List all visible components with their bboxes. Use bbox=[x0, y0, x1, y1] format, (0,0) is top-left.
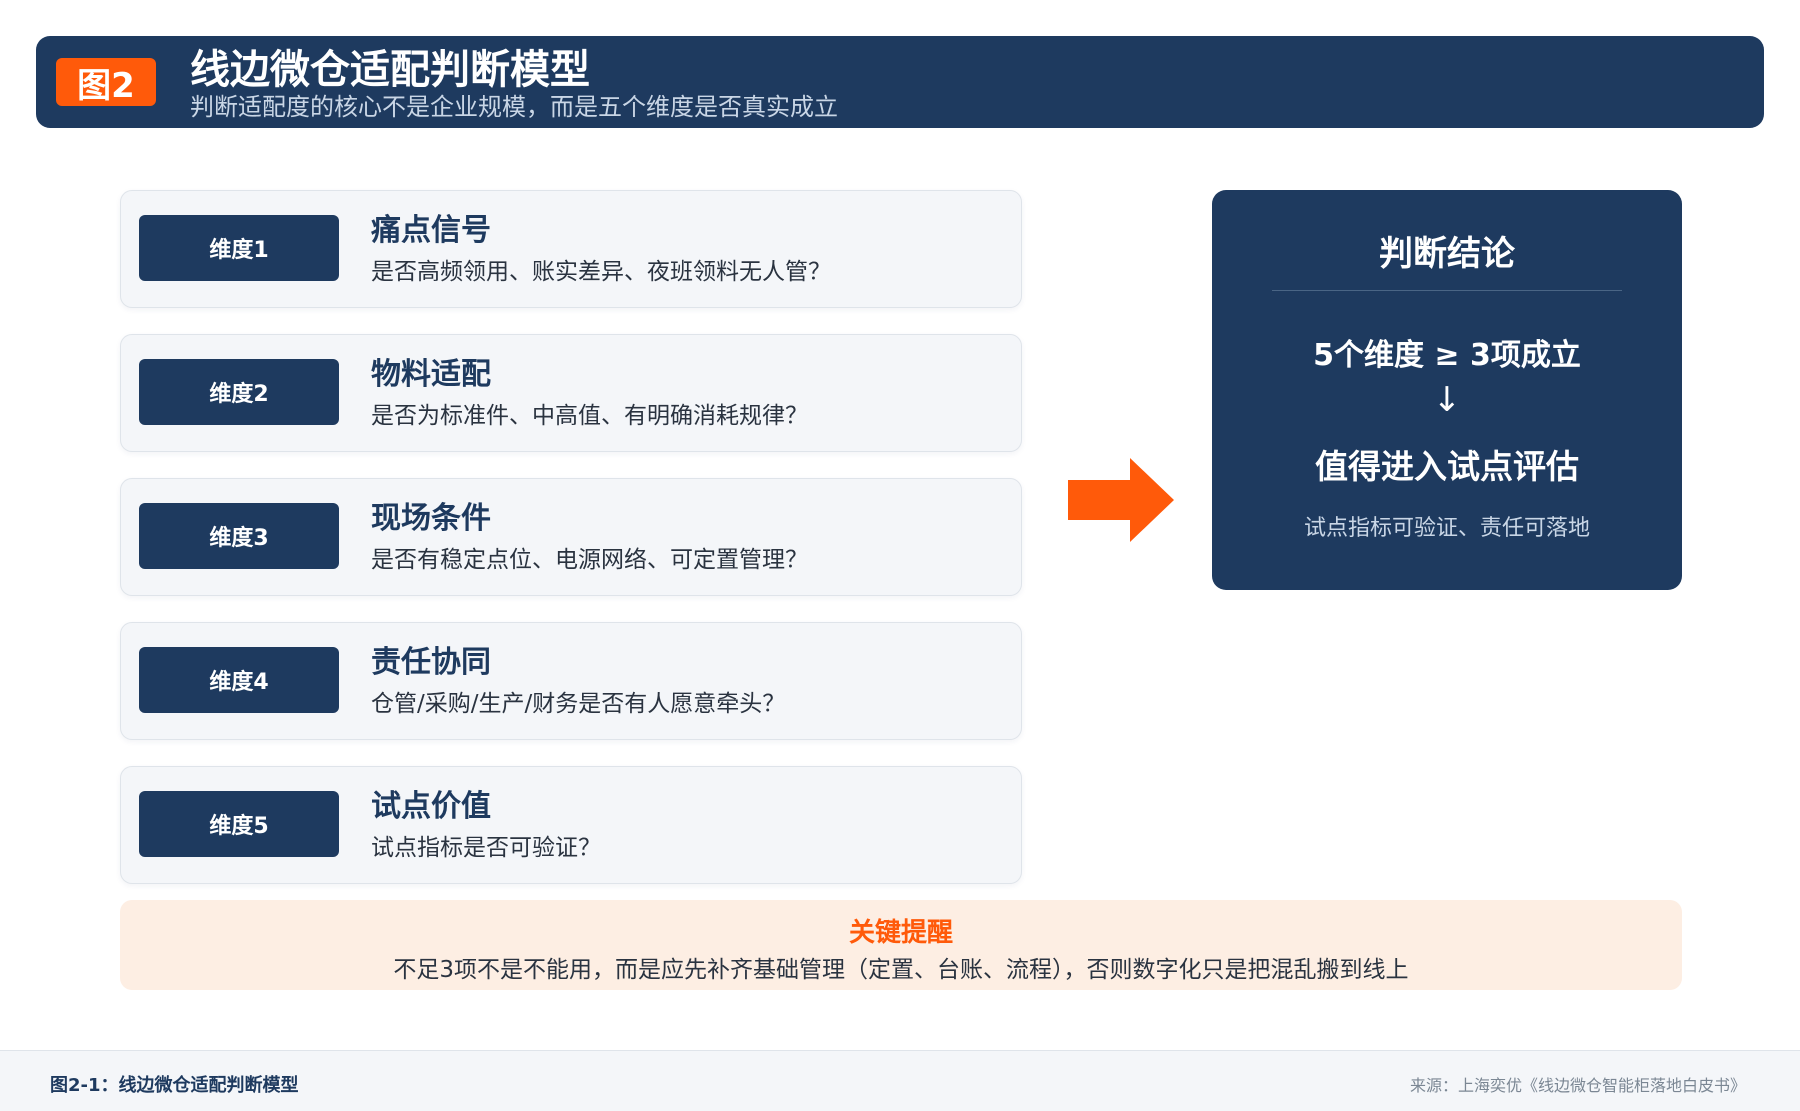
source-note: 来源：上海奕优《线边微仓智能柜落地白皮书》 bbox=[1409, 1076, 1746, 1095]
dimension-card-1: 维度1 痛点信号 是否高频领用、账实差异、夜班领料无人管？ bbox=[120, 190, 1022, 308]
footer: 图2-1：线边微仓适配判断模型 来源：上海奕优《线边微仓智能柜落地白皮书》 bbox=[0, 1050, 1800, 1111]
dimension-card-5: 维度5 试点价值 试点指标是否可验证？ bbox=[120, 766, 1022, 884]
dimension-card-2: 维度2 物料适配 是否为标准件、中高值、有明确消耗规律？ bbox=[120, 334, 1022, 452]
down-arrow-icon: ↓ bbox=[1432, 380, 1462, 420]
conclusion-rule: 5个维度 ≥ 3项成立 bbox=[1313, 338, 1581, 373]
dimension-card-3: 维度3 现场条件 是否有稳定点位、电源网络、可定置管理？ bbox=[120, 478, 1022, 596]
dimension-title: 物料适配 bbox=[371, 357, 491, 392]
right-arrow-icon bbox=[1068, 458, 1174, 542]
dimension-tag: 维度5 bbox=[139, 791, 339, 857]
dimension-question: 是否有稳定点位、电源网络、可定置管理？ bbox=[371, 547, 808, 573]
figure-caption: 图2-1：线边微仓适配判断模型 bbox=[50, 1075, 299, 1096]
conclusion-panel: 判断结论 5个维度 ≥ 3项成立 ↓ 值得进入试点评估 试点指标可验证、责任可落… bbox=[1212, 190, 1682, 590]
conclusion-result: 值得进入试点评估 bbox=[1315, 447, 1579, 486]
dimension-tag: 维度2 bbox=[139, 359, 339, 425]
dimension-question: 是否高频领用、账实差异、夜班领料无人管？ bbox=[371, 259, 831, 285]
reminder-text: 不足3项不是不能用，而是应先补齐基础管理（定置、台账、流程），否则数字化只是把混… bbox=[393, 957, 1409, 983]
dimension-question: 试点指标是否可验证？ bbox=[371, 835, 601, 861]
divider bbox=[1272, 290, 1622, 291]
page-title: 线边微仓适配判断模型 bbox=[190, 47, 590, 93]
figure-badge: 图2 bbox=[56, 58, 156, 106]
dimension-question: 是否为标准件、中高值、有明确消耗规律？ bbox=[371, 403, 808, 429]
header-banner: 图2 线边微仓适配判断模型 判断适配度的核心不是企业规模，而是五个维度是否真实成… bbox=[36, 36, 1764, 128]
dimension-card-4: 维度4 责任协同 仓管/采购/生产/财务是否有人愿意牵头？ bbox=[120, 622, 1022, 740]
dimension-title: 痛点信号 bbox=[371, 213, 491, 248]
dimension-tag: 维度4 bbox=[139, 647, 339, 713]
dimension-title: 现场条件 bbox=[371, 501, 491, 536]
page-subtitle: 判断适配度的核心不是企业规模，而是五个维度是否真实成立 bbox=[190, 93, 838, 121]
dimension-tag: 维度3 bbox=[139, 503, 339, 569]
dimension-question: 仓管/采购/生产/财务是否有人愿意牵头？ bbox=[371, 691, 786, 717]
dimension-title: 责任协同 bbox=[371, 645, 491, 680]
dimension-title: 试点价值 bbox=[371, 789, 491, 824]
conclusion-note: 试点指标可验证、责任可落地 bbox=[1303, 516, 1590, 541]
reminder-title: 关键提醒 bbox=[848, 918, 953, 948]
dimension-tag: 维度1 bbox=[139, 215, 339, 281]
key-reminder-box: 关键提醒 不足3项不是不能用，而是应先补齐基础管理（定置、台账、流程），否则数字… bbox=[120, 900, 1682, 990]
conclusion-title: 判断结论 bbox=[1379, 234, 1515, 274]
